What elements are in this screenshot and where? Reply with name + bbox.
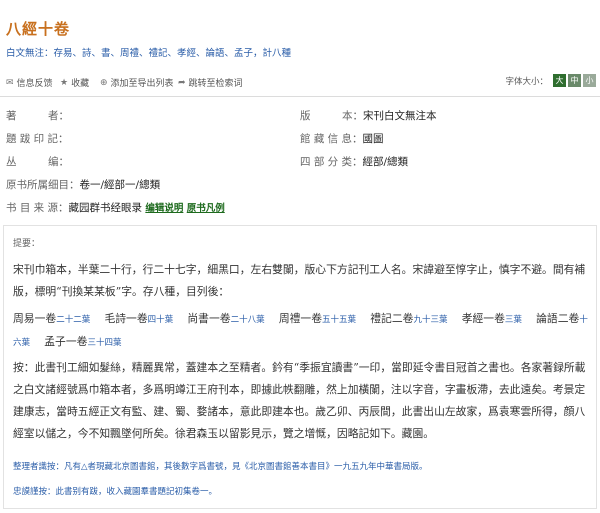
export-button[interactable]: ⊕ 添加至导出列表 <box>100 76 174 90</box>
book-list: 周易一卷二十二葉 毛詩一卷四十葉 尚書一卷二十八葉 周禮一卷五十五葉 禮記二卷九… <box>13 308 589 354</box>
font-medium-button[interactable]: 中 <box>568 74 581 87</box>
scope-line: 白文無注：存易、詩、書、周禮、禮記、孝經、論語、孟子，計八種 <box>6 45 291 59</box>
feedback-icon: ✉ <box>6 77 14 88</box>
meta-orig: 原书所属细目：卷一/經部一/總類 <box>6 179 161 191</box>
book-item: 周易一卷二十二葉 <box>13 312 91 325</box>
feedback-button[interactable]: ✉ 信息反馈 <box>6 76 53 90</box>
abstract-paragraph-1: 宋刊巾箱本，半葉二十行，行二十七字，細黑口，左右雙闌，版心下方記刊工人名。宋諱避… <box>13 263 586 298</box>
divider <box>0 96 600 97</box>
book-item: 孝經一卷三葉 <box>461 312 522 325</box>
scope-text: 存易、詩、書、周禮、禮記、孝經、論語、孟子，計八種 <box>53 48 292 59</box>
toolbar: ✉ 信息反馈 ★ 收藏 ⊕ 添加至导出列表 ➦ 跳转至检索词 字体大小： 大 中 小 <box>0 74 600 92</box>
export-icon: ⊕ <box>100 77 108 88</box>
font-large-button[interactable]: 大 <box>553 74 566 87</box>
font-small-button[interactable]: 小 <box>583 74 596 87</box>
original-rules-link[interactable]: 原书凡例 <box>187 203 225 214</box>
page-title: 八經十卷 <box>6 20 71 38</box>
font-size-control: 字体大小： 大 中 小 <box>505 74 596 87</box>
favorite-button[interactable]: ★ 收藏 <box>60 76 89 90</box>
meta-author: 著 者： <box>6 110 69 122</box>
book-item: 毛詩一卷四十葉 <box>104 312 174 325</box>
meta-series: 丛 编： <box>6 156 69 168</box>
scope-label: 白文無注： <box>6 48 54 59</box>
star-icon: ★ <box>60 77 69 88</box>
meta-source: 书 目 来 源：藏园群书经眼录 编辑说明 原书凡例 <box>6 202 225 214</box>
abstract-paragraph-3: 按：此書刊工細如髮絲，精麗異常，蓋建本之至精者。鈐有“季振宜讀書”一印，當即延令… <box>13 361 586 440</box>
book-item: 孟子一卷三十四葉 <box>44 335 122 348</box>
edit-notes-link[interactable]: 编辑说明 <box>145 203 183 214</box>
meta-holding: 館 藏 信 息：國圖 <box>300 133 384 145</box>
font-size-label: 字体大小： <box>505 76 548 87</box>
meta-edition: 版 本：宋刊白文無注本 <box>300 110 437 122</box>
book-item: 周禮一卷五十五葉 <box>278 312 357 325</box>
goto-search-button[interactable]: ➦ 跳转至检索词 <box>178 76 243 90</box>
meta-sibu: 四 部 分 类：經部/總類 <box>300 156 409 168</box>
abstract-label: 提要： <box>13 239 41 249</box>
arrow-icon: ➦ <box>178 77 186 88</box>
family-note: 忠謨謹按：此書别有跋，收入藏園羣書題記初集卷一。 <box>13 487 218 497</box>
meta-seal: 題 跋 印 記： <box>6 133 69 145</box>
abstract-box: 提要： 宋刊巾箱本，半葉二十行，行二十七字，細黑口，左右雙闌，版心下方記刊工人名… <box>3 225 597 509</box>
book-item: 尚書一卷二十八葉 <box>187 312 265 325</box>
book-item: 禮記二卷九十三葉 <box>370 312 448 325</box>
editor-note: 整理者識按：凡有△者現藏北京圖書館，其後數字爲書號，見《北京圖書館善本書目》一九… <box>13 462 428 472</box>
